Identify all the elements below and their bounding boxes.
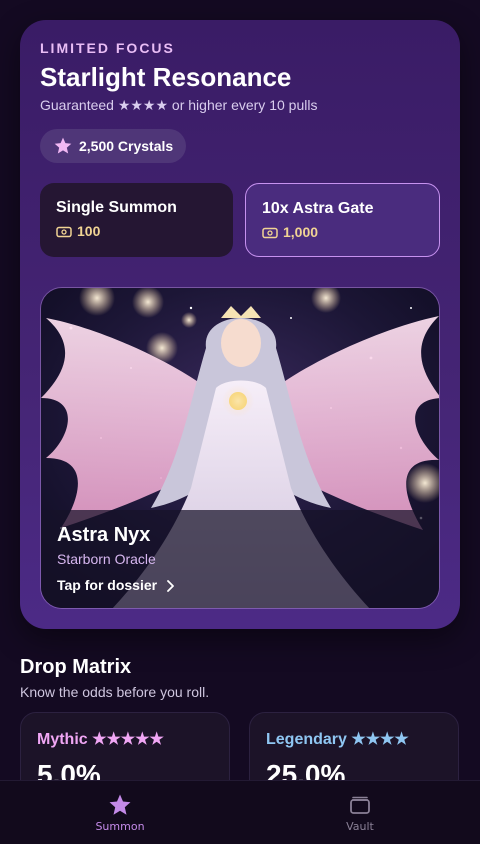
single-summon-cost-value: 100 bbox=[77, 223, 101, 239]
banner-eyebrow: LIMITED FOCUS bbox=[40, 40, 175, 56]
vault-icon bbox=[348, 793, 372, 817]
odds-label-legendary: Legendary ★★★★ bbox=[266, 731, 409, 748]
single-summon-cost: 100 bbox=[56, 223, 217, 239]
star-icon bbox=[53, 136, 73, 156]
drop-matrix-subtitle: Know the odds before you roll. bbox=[20, 684, 210, 700]
odds-label-mythic: Mythic ★★★★★ bbox=[37, 731, 164, 748]
single-summon-label: Single Summon bbox=[56, 199, 177, 216]
banner-title: Starlight Resonance bbox=[40, 62, 292, 92]
dossier-link[interactable]: Tap for dossier bbox=[57, 577, 425, 593]
chevron-right-icon bbox=[165, 579, 175, 592]
ticket-icon bbox=[56, 225, 72, 238]
ten-summon-cost-value: 1,000 bbox=[283, 224, 319, 240]
ticket-icon bbox=[262, 226, 278, 239]
bottom-tab-bar: Summon Vault bbox=[0, 780, 480, 844]
ten-summon-button[interactable]: 10x Astra Gate 1,000 bbox=[245, 183, 440, 257]
tab-vault-label: Vault bbox=[346, 820, 374, 833]
featured-character-role: Starborn Oracle bbox=[57, 551, 156, 567]
tab-summon[interactable]: Summon bbox=[0, 781, 240, 844]
featured-character-name: Astra Nyx bbox=[57, 524, 151, 546]
banner-subtitle: Guaranteed ★★★★ or higher every 10 pulls bbox=[40, 97, 318, 113]
featured-character-card[interactable]: Astra Nyx Starborn Oracle Tap for dossie… bbox=[40, 287, 440, 609]
single-summon-button[interactable]: Single Summon 100 bbox=[40, 183, 233, 257]
banner-card: LIMITED FOCUS Starlight Resonance Guaran… bbox=[20, 20, 460, 629]
drop-matrix-title: Drop Matrix bbox=[20, 656, 132, 678]
crystal-balance-label: 2,500 Crystals bbox=[79, 138, 174, 154]
featured-character-info: Astra Nyx Starborn Oracle Tap for dossie… bbox=[41, 510, 439, 608]
ten-summon-cost: 1,000 bbox=[262, 224, 423, 240]
crystal-balance: 2,500 Crystals bbox=[40, 129, 186, 163]
tab-vault[interactable]: Vault bbox=[240, 781, 480, 844]
ten-summon-label: 10x Astra Gate bbox=[262, 200, 374, 217]
tab-summon-label: Summon bbox=[95, 820, 145, 833]
dossier-link-label: Tap for dossier bbox=[57, 577, 158, 593]
star-icon bbox=[108, 793, 132, 817]
